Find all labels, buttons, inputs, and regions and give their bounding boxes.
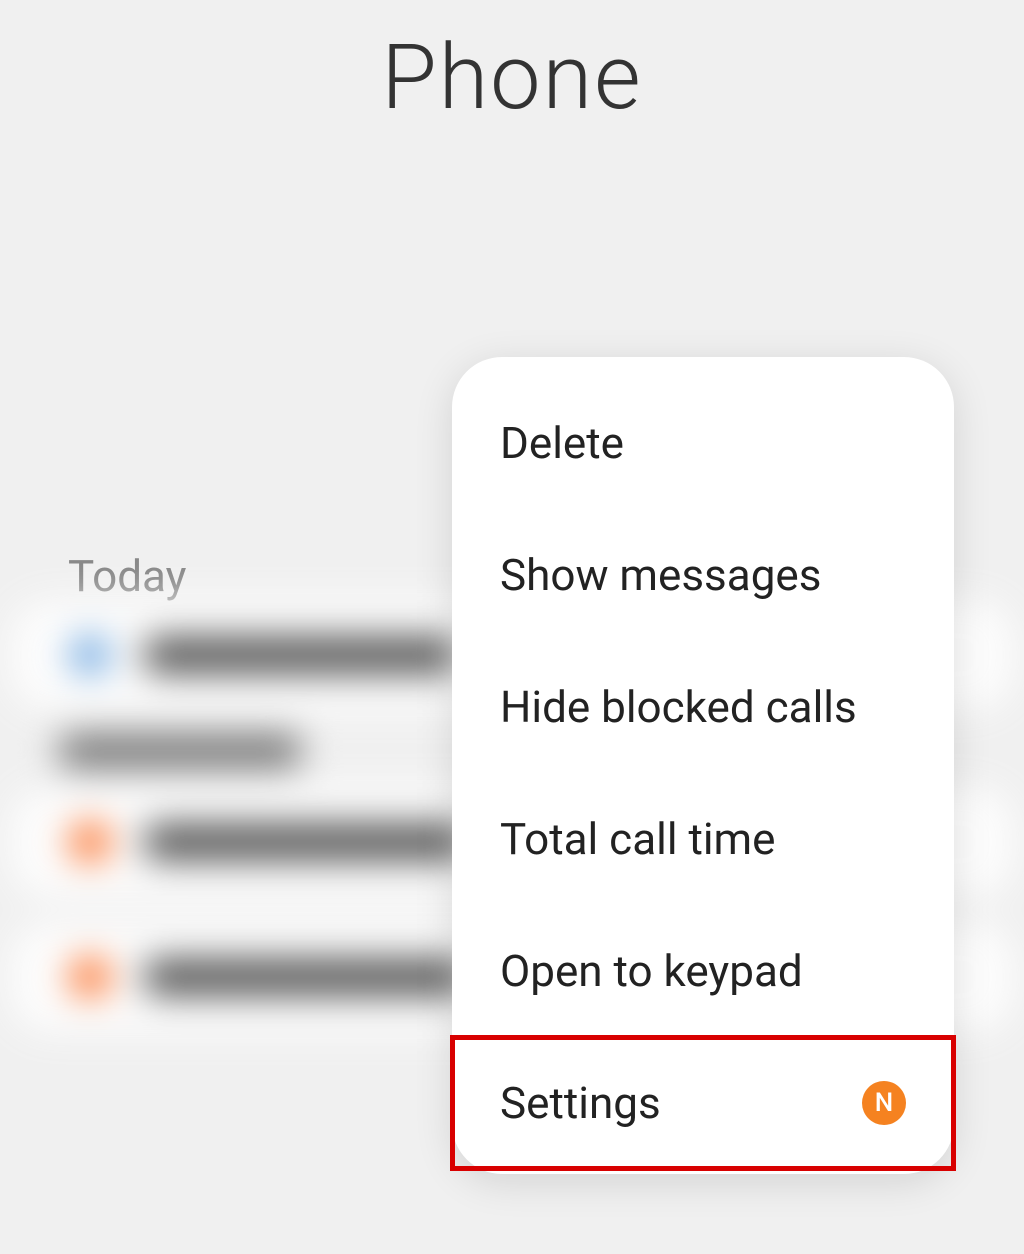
menu-item-label: Settings — [500, 1077, 661, 1129]
menu-item-label: Hide blocked calls — [500, 681, 857, 733]
new-badge: N — [862, 1081, 906, 1125]
page-title: Phone — [0, 25, 1024, 130]
menu-item-label: Delete — [500, 417, 624, 469]
section-today-label: Today — [68, 550, 186, 602]
call-type-icon — [70, 822, 110, 862]
menu-item-settings[interactable]: Settings N — [452, 1037, 954, 1169]
call-type-icon — [70, 635, 110, 675]
call-number-blurred — [145, 824, 465, 860]
menu-item-label: Show messages — [500, 549, 821, 601]
menu-item-total-call-time[interactable]: Total call time — [452, 773, 954, 905]
menu-item-delete[interactable]: Delete — [452, 377, 954, 509]
call-number-blurred — [145, 959, 465, 995]
options-menu: Delete Show messages Hide blocked calls … — [452, 357, 954, 1174]
date-section-blurred — [60, 735, 300, 767]
menu-item-hide-blocked-calls[interactable]: Hide blocked calls — [452, 641, 954, 773]
menu-item-label: Total call time — [500, 813, 775, 865]
menu-item-open-to-keypad[interactable]: Open to keypad — [452, 905, 954, 1037]
menu-item-show-messages[interactable]: Show messages — [452, 509, 954, 641]
call-number-blurred — [145, 637, 455, 673]
call-type-icon — [70, 957, 110, 997]
menu-item-label: Open to keypad — [500, 945, 803, 997]
